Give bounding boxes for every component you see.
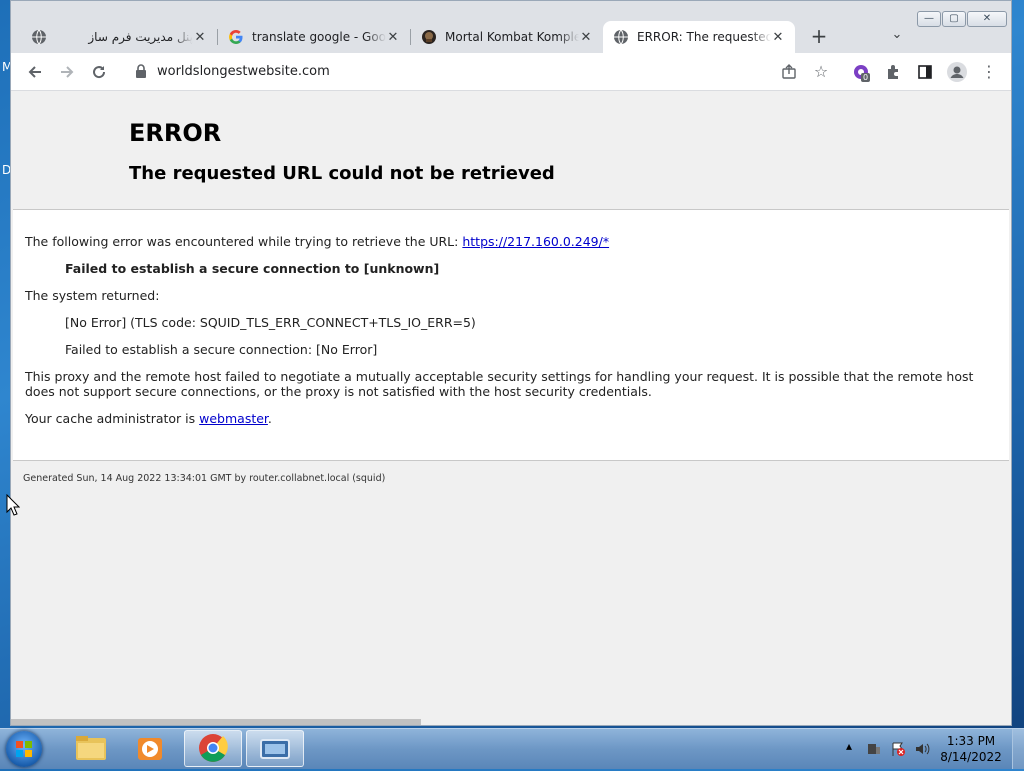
error-url-link[interactable]: https://217.160.0.249/* [462, 234, 609, 249]
close-window-button[interactable]: ✕ [967, 11, 1007, 27]
tls-error-code: [No Error] (TLS code: SQUID_TLS_ERR_CONN… [65, 315, 476, 330]
url-text: worldslongestwebsite.com [157, 64, 330, 79]
system-clock[interactable]: 1:33 PM 8/14/2022 [940, 733, 1002, 765]
globe-icon [614, 29, 628, 45]
page-title: ERROR [129, 119, 222, 147]
browser-window: پنل مدیریت فرم ساز ✕ translate google - … [10, 0, 1012, 726]
menu-kebab-icon[interactable]: ⋮ [977, 60, 1001, 84]
tab-mortal-kombat[interactable]: Mortal Kombat Komplet ✕ [411, 21, 603, 53]
system-returned-label: The system returned: [25, 288, 160, 303]
tab-title: پنل مدیریت فرم ساز [88, 30, 193, 44]
tray-device-icon[interactable] [866, 741, 882, 757]
taskbar: ▴ 1:33 PM 8/14/2022 [0, 728, 1024, 769]
close-icon[interactable]: ✕ [386, 30, 400, 45]
mortal-kombat-icon [422, 30, 436, 44]
tab-title: translate google - Goog [252, 30, 386, 44]
page-viewport: ERROR The requested URL could not be ret… [11, 91, 1011, 725]
extensions-puzzle-icon[interactable] [881, 60, 905, 84]
close-icon[interactable]: ✕ [193, 30, 207, 45]
file-explorer-taskbar-button[interactable] [62, 730, 120, 767]
google-icon [229, 30, 243, 44]
back-arrow-icon[interactable] [23, 60, 47, 84]
error-intro-text: The following error was encountered whil… [25, 234, 459, 249]
webmaster-link[interactable]: webmaster [199, 411, 268, 426]
tab-search-chevron-icon[interactable]: ⌄ [887, 27, 907, 47]
cache-admin-line: Your cache administrator is webmaster. [25, 411, 272, 426]
share-icon[interactable] [777, 60, 801, 84]
horizontal-scrollbar[interactable] [11, 719, 421, 725]
page-subtitle: The requested URL could not be retrieved [129, 163, 555, 184]
reload-icon[interactable] [87, 60, 111, 84]
close-icon[interactable]: ✕ [579, 30, 593, 45]
error-summary: Failed to establish a secure connection … [65, 261, 440, 276]
clock-date: 8/14/2022 [940, 750, 1002, 764]
maximize-button[interactable]: ▢ [942, 11, 966, 27]
error-details: The following error was encountered whil… [13, 209, 1009, 461]
side-panel-icon[interactable] [913, 60, 937, 84]
close-icon[interactable]: ✕ [771, 30, 785, 45]
new-tab-button[interactable]: + [807, 25, 831, 49]
chrome-icon [199, 734, 228, 762]
forward-arrow-icon[interactable] [55, 60, 79, 84]
tab-form-builder-panel[interactable]: پنل مدیریت فرم ساز ✕ [21, 21, 217, 53]
browser-toolbar: worldslongestwebsite.com ☆ ⋮ [11, 53, 1011, 91]
tab-google-translate[interactable]: translate google - Goog ✕ [218, 21, 410, 53]
action-center-flag-icon[interactable] [890, 741, 906, 757]
extension-badge: 0 [861, 73, 871, 82]
show-hidden-icons-chevron-icon[interactable]: ▴ [846, 739, 852, 753]
generated-footer: Generated Sun, 14 Aug 2022 13:34:01 GMT … [23, 473, 386, 484]
error-intro-line: The following error was encountered whil… [25, 234, 609, 249]
clock-time: 1:33 PM [946, 734, 996, 748]
media-player-taskbar-button[interactable] [122, 730, 180, 767]
secure-connection-failed: Failed to establish a secure connection:… [65, 342, 378, 357]
cache-admin-period: . [267, 411, 272, 426]
cache-admin-text: Your cache administrator is [25, 411, 196, 426]
volume-speaker-icon[interactable] [914, 741, 930, 757]
minimize-button[interactable]: — [917, 11, 941, 27]
mouse-cursor-icon [6, 494, 20, 516]
tab-strip: پنل مدیریت فرم ساز ✕ translate google - … [11, 1, 1011, 53]
profile-avatar-icon[interactable] [945, 60, 969, 84]
remote-app-taskbar-button[interactable] [246, 730, 304, 767]
tab-error-page[interactable]: ERROR: The requested U ✕ [603, 21, 795, 53]
media-player-icon [138, 738, 162, 760]
window-app-icon [260, 739, 290, 759]
error-explanation: This proxy and the remote host failed to… [25, 369, 974, 399]
folder-icon [76, 736, 106, 760]
bookmark-star-icon[interactable]: ☆ [809, 60, 833, 84]
tab-title: Mortal Kombat Komplet [445, 30, 579, 44]
chrome-taskbar-button[interactable] [184, 730, 242, 767]
lock-icon [136, 64, 146, 78]
start-button-windows-icon[interactable] [6, 731, 42, 767]
tab-title: ERROR: The requested U [637, 30, 771, 44]
address-bar[interactable]: worldslongestwebsite.com [127, 58, 847, 86]
show-desktop-button[interactable] [1012, 729, 1024, 769]
globe-icon [32, 29, 46, 45]
